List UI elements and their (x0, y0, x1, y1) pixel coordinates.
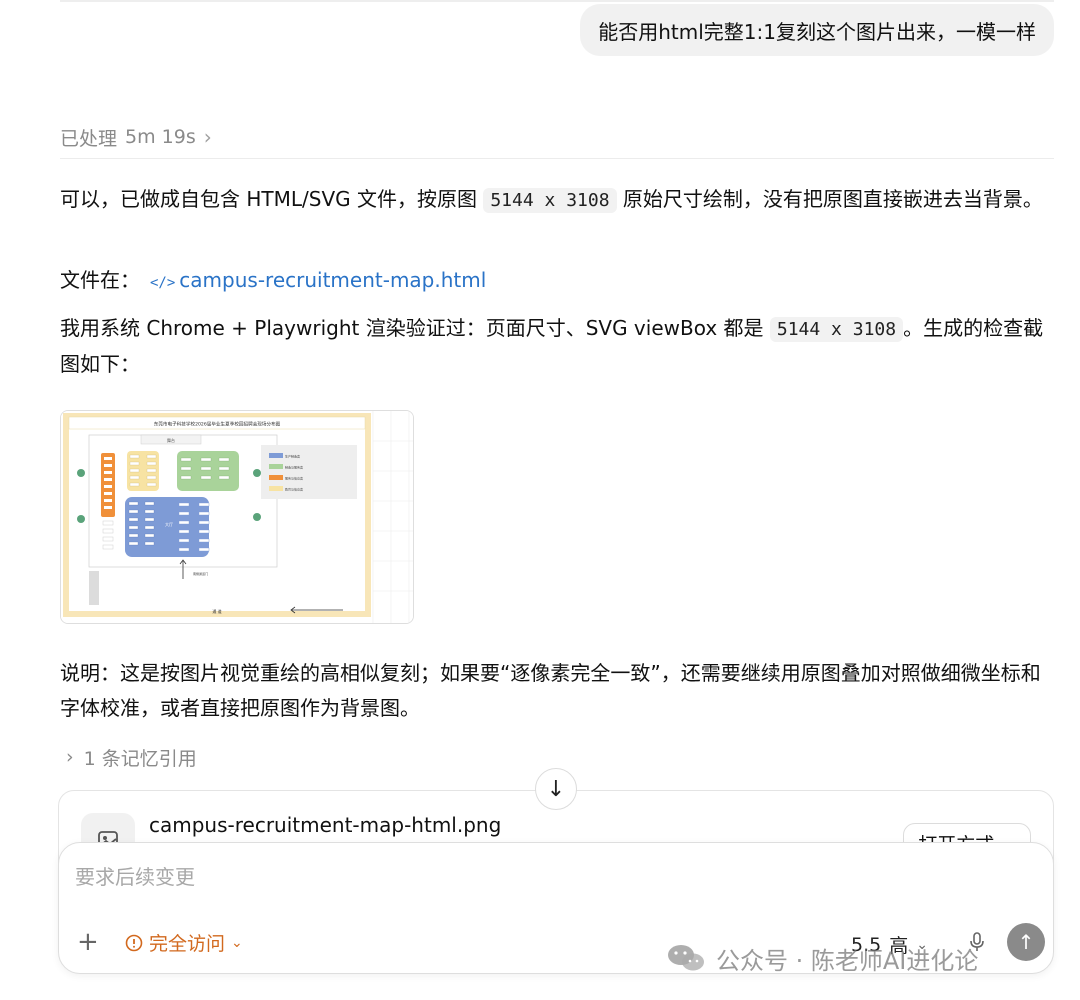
memory-label: 1 条记忆引用 (83, 747, 197, 770)
processed-duration: 5m 19s (125, 126, 196, 148)
thumb-entrance: 南侧通道门 (193, 571, 208, 576)
para3-before: 我用系统 Chrome + Playwright 渲染验证过：页面尺寸、SVG … (60, 316, 764, 340)
legend-label-3: 服务与信息类 (285, 476, 303, 481)
access-mode-label: 完全访问 (149, 933, 226, 955)
thumb-stage: 舞台 (167, 437, 175, 443)
user-message-bubble: 能否用html完整1:1复刻这个图片出来，一模一样 (580, 4, 1054, 56)
scroll-down-button[interactable]: ↓ (535, 768, 577, 810)
chevron-right-icon: › (203, 125, 212, 149)
inline-code-viewbox: 5144 x 3108 (769, 317, 904, 342)
para1-after: 原始尺寸绘制，没有把原图直接嵌进去当背景。 (622, 187, 1043, 211)
legend-label-1: 生产制造类 (285, 454, 300, 459)
inline-code-size: 5144 x 3108 (483, 188, 617, 213)
thumb-hall: 大厅 (165, 521, 173, 527)
answer-paragraph-1: 可以，已做成自包含 HTML/SVG 文件，按原图 5144 x 3108 原始… (60, 182, 1060, 218)
arrow-up-icon: ↑ (1017, 930, 1035, 954)
answer-paragraph-3: 我用系统 Chrome + Playwright 渲染验证过：页面尺寸、SVG … (60, 311, 1060, 382)
para1-before: 可以，已做成自包含 HTML/SVG 文件，按原图 (60, 187, 477, 211)
arrow-down-icon: ↓ (546, 776, 566, 802)
legend-label-4: 教育与信息类 (285, 487, 303, 492)
file-location-line: 文件在： </> campus-recruitment-map.html (60, 263, 1060, 301)
file-location-label: 文件在： (60, 268, 140, 292)
chevron-down-icon: ⌄ (231, 934, 243, 951)
processed-toggle[interactable]: 已处理 5m 19s › (60, 122, 212, 152)
thumb-title: 东莞市电子科技学校2026届毕业生夏季校园招聘会现场分布图 (154, 421, 281, 428)
plus-icon[interactable]: + (77, 929, 99, 955)
code-file-icon: </> (150, 275, 176, 291)
watermark: 公众号 · 陈老师AI进化论 (666, 938, 978, 978)
file-name: campus-recruitment-map-html.png (149, 813, 502, 837)
chevron-right-icon: › (66, 746, 74, 768)
watermark-text: 公众号 · 陈老师AI进化论 (716, 946, 979, 975)
processed-label: 已处理 (60, 127, 118, 150)
send-button[interactable]: ↑ (1007, 923, 1045, 961)
shield-icon (125, 934, 143, 951)
wechat-icon (668, 945, 704, 971)
preview-thumbnail[interactable]: 东莞市电子科技学校2026届毕业生夏季校园招聘会现场分布图 舞台 大厅 生产制造… (60, 410, 414, 624)
answer-paragraph-4: 说明：这是按图片视觉重绘的高相似复刻；如果要“逐像素完全一致”，还需要继续用原图… (60, 661, 1041, 720)
composer-input[interactable]: 要求后续变更 (75, 861, 195, 890)
access-mode-dropdown[interactable]: 完全访问 ⌄ (125, 929, 243, 956)
legend-label-2: 制造与服务类 (285, 465, 303, 470)
floor-plan-preview: 东莞市电子科技学校2026届毕业生夏季校园招聘会现场分布图 舞台 大厅 生产制造… (61, 411, 413, 623)
section-divider (60, 158, 1054, 159)
memory-reference-toggle[interactable]: › 1 条记忆引用 (66, 742, 197, 772)
file-link[interactable]: campus-recruitment-map.html (179, 268, 486, 292)
top-divider (60, 0, 1054, 2)
thumb-road: 通 道 (212, 608, 221, 614)
user-message-text: 能否用html完整1:1复刻这个图片出来，一模一样 (598, 19, 1036, 44)
